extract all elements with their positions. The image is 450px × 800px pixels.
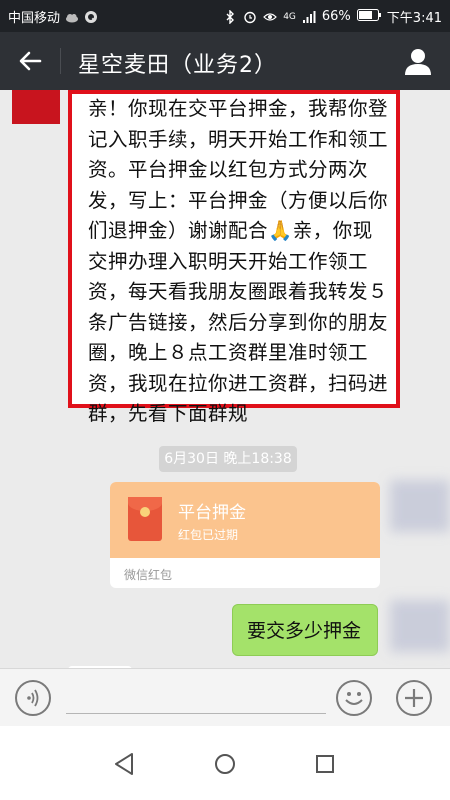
q-app-icon xyxy=(84,10,98,24)
red-packet-header: 平台押金 红包已过期 xyxy=(110,482,380,558)
voice-input-button[interactable] xyxy=(15,680,51,716)
signal-icon xyxy=(302,10,316,24)
red-packet-title: 平台押金 xyxy=(178,503,246,523)
clock-time: 下午3:41 xyxy=(386,11,442,26)
back-arrow-icon[interactable] xyxy=(14,46,46,76)
header-divider xyxy=(60,48,61,74)
home-circle-icon[interactable] xyxy=(205,744,245,784)
text-message-bubble[interactable]: 亲！你现在交平台押金，我帮你登记入职手续，明天开始工作和领工资。平台押金以红包方… xyxy=(68,90,400,425)
red-packet-card[interactable]: 平台押金 红包已过期 微信红包 xyxy=(110,482,380,588)
eye-icon xyxy=(263,10,278,24)
message-input[interactable] xyxy=(66,687,326,714)
chat-header: 星空麦田（业务2） xyxy=(0,32,450,90)
navigation-bar xyxy=(0,726,450,800)
my-avatar[interactable] xyxy=(390,480,450,532)
cloud-icon xyxy=(65,10,79,24)
bluetooth-icon xyxy=(223,8,237,25)
chat-title: 星空麦田（业务2） xyxy=(78,53,277,78)
carrier-label: 中国移动 xyxy=(8,11,61,26)
emoji-button[interactable] xyxy=(336,680,372,716)
recents-square-icon[interactable] xyxy=(305,744,345,784)
profile-icon[interactable] xyxy=(402,45,434,77)
chat-area[interactable]: 亲！你现在交平台押金，我帮你登记入职手续，明天开始工作和领工资。平台押金以红包方… xyxy=(0,90,450,670)
battery-percent: 66% xyxy=(321,9,351,24)
timestamp-badge: 6月30日 晚上18:38 xyxy=(159,446,297,472)
red-packet-footer: 微信红包 xyxy=(124,568,173,582)
status-bar: 中国移动 4G 66% 下午3:41 xyxy=(0,0,450,32)
back-triangle-icon[interactable] xyxy=(105,744,145,784)
alarm-icon xyxy=(243,10,257,24)
battery-icon xyxy=(356,8,381,25)
sender-avatar[interactable] xyxy=(12,90,60,124)
input-bar xyxy=(0,668,450,726)
red-envelope-icon xyxy=(128,497,162,541)
network-label: 4G xyxy=(283,11,296,22)
sent-message-text: 要交多少押金 xyxy=(247,620,362,642)
message-text: 亲！你现在交平台押金，我帮你登记入职手续，明天开始工作和领工资。平台押金以红包方… xyxy=(88,97,389,425)
my-avatar[interactable] xyxy=(390,600,450,652)
more-options-button[interactable] xyxy=(396,680,432,716)
red-packet-status: 红包已过期 xyxy=(178,528,239,542)
sent-message-bubble[interactable]: 要交多少押金 xyxy=(232,604,378,656)
